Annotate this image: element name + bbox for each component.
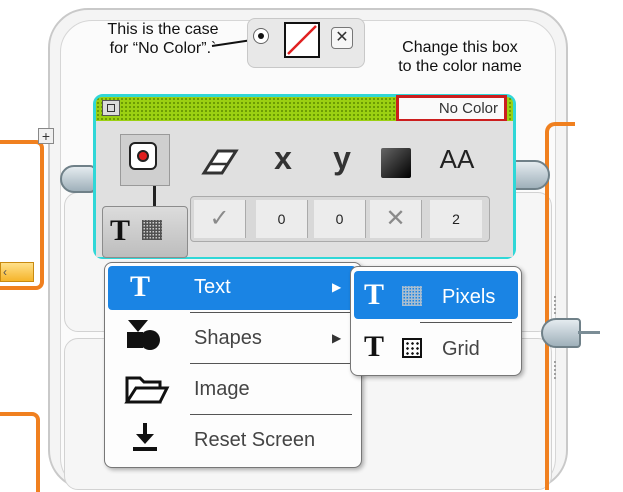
font-size-icon: AA xyxy=(439,144,475,174)
submenu-item-grid-label[interactable]: Grid xyxy=(442,338,480,361)
change-box-note-line2: to the color name xyxy=(398,58,522,75)
pixels-grid-icon xyxy=(142,220,162,240)
close-picker-button[interactable]: ✕ xyxy=(331,27,353,49)
sequence-wire-left-bottom xyxy=(0,412,40,492)
partial-block-tab[interactable]: ‹ xyxy=(0,262,34,282)
reset-screen-icon xyxy=(133,423,157,451)
block-color-name-field[interactable]: No Color xyxy=(396,95,507,122)
block-type-icon xyxy=(102,100,120,116)
submenu-item-pixels-label: Pixels xyxy=(442,286,496,308)
folder-icon xyxy=(124,376,170,404)
y-param-value[interactable]: 0 xyxy=(314,200,366,238)
color-param[interactable]: ✕ xyxy=(370,200,422,238)
menu-separator-2 xyxy=(190,363,352,364)
pixels-grid-icon xyxy=(402,286,422,306)
no-color-swatch[interactable] xyxy=(284,22,320,58)
grip-dots-2 xyxy=(553,360,557,380)
x-param-value[interactable]: 0 xyxy=(256,200,308,238)
font-param-value[interactable]: 2 xyxy=(430,200,482,238)
eraser-icon xyxy=(201,149,239,175)
submenu-separator xyxy=(420,322,512,323)
sequence-plug-right-2[interactable] xyxy=(541,318,581,348)
change-box-note-line1: Change this box xyxy=(402,39,518,56)
menu-separator-3 xyxy=(190,414,352,415)
mode-stem xyxy=(153,186,156,208)
add-sequence-button[interactable]: + xyxy=(38,128,54,144)
text-t-icon: T xyxy=(364,330,385,363)
grid-dots-icon xyxy=(402,338,422,358)
shapes-icon xyxy=(127,320,160,350)
fill-param[interactable]: ✓ xyxy=(194,200,246,238)
display-screen-icon xyxy=(129,142,157,170)
text-t-icon: T xyxy=(130,270,151,303)
y-param-icon: y xyxy=(333,140,351,176)
text-t-icon: T xyxy=(364,278,385,311)
sequence-plug-left[interactable] xyxy=(60,165,96,193)
sequence-wire-stub xyxy=(578,331,600,334)
color-square-icon xyxy=(381,148,411,178)
submenu-arrow-icon: ▶ xyxy=(332,331,342,345)
submenu-arrow-icon: ▶ xyxy=(332,280,342,294)
no-color-radio[interactable] xyxy=(253,28,269,44)
menu-item-shapes-label[interactable]: Shapes xyxy=(194,327,262,350)
no-color-slash-icon xyxy=(287,25,317,55)
x-param-icon: x xyxy=(274,140,292,176)
menu-item-text-label: Text xyxy=(194,276,231,298)
text-t-icon: T xyxy=(110,214,131,247)
grip-dots-1 xyxy=(553,295,557,315)
menu-item-reset-screen-label[interactable]: Reset Screen xyxy=(194,429,315,452)
menu-item-image-label[interactable]: Image xyxy=(194,378,250,401)
menu-separator-1 xyxy=(190,312,352,313)
change-box-annotation: Change this box to the color name xyxy=(380,38,540,76)
